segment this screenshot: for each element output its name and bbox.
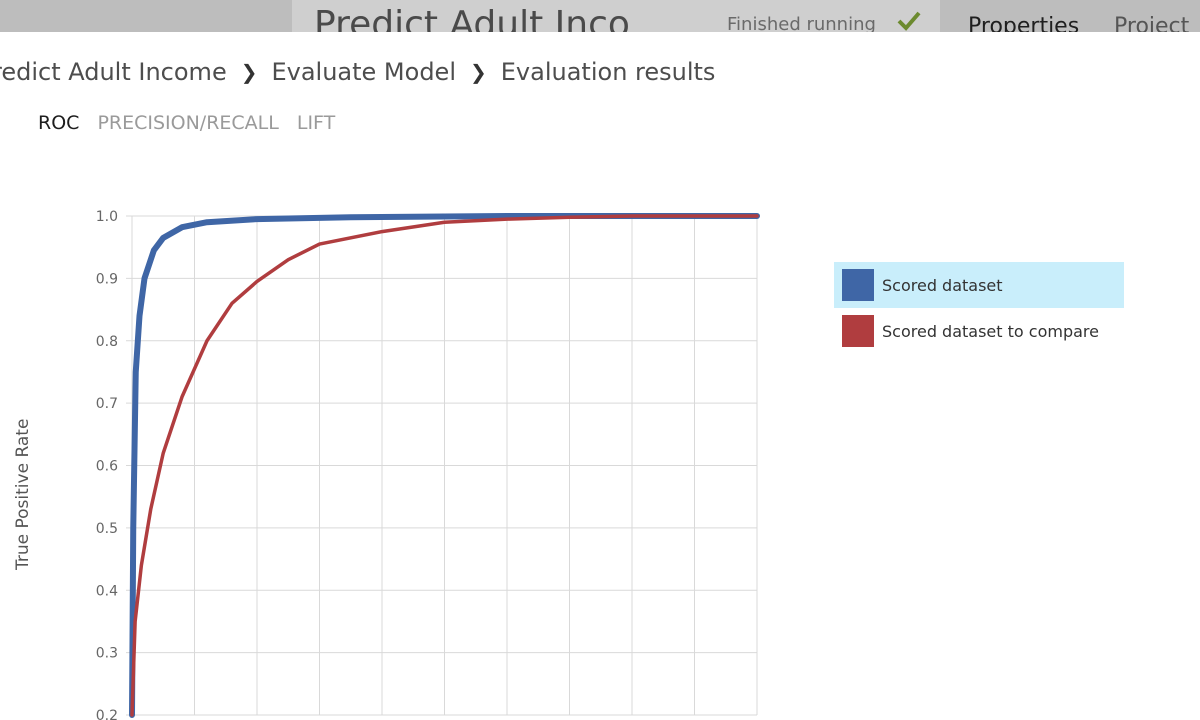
y-tick-label: 1.0 — [96, 209, 118, 225]
breadcrumb: redict Adult Income ❯ Evaluate Model ❯ E… — [0, 54, 715, 90]
breadcrumb-module[interactable]: Evaluate Model — [271, 58, 456, 86]
y-tick-label: 0.4 — [96, 583, 118, 599]
tab-precision-recall[interactable]: PRECISION/RECALL — [97, 112, 278, 134]
tab-lift[interactable]: LIFT — [297, 112, 335, 134]
legend-item-scored-dataset-to-compare[interactable]: Scored dataset to compare — [834, 308, 1124, 354]
y-tick-label: 0.6 — [96, 459, 118, 475]
background-run-status: Finished running — [727, 14, 876, 32]
legend-label: Scored dataset to compare — [882, 321, 1099, 341]
tab-project[interactable]: Project — [1114, 12, 1189, 32]
y-axis-label: True Positive Rate — [13, 418, 33, 570]
roc-chart: 0.2 0.3 0.4 0.5 0.6 0.7 0.8 0.9 1.0 — [96, 209, 760, 720]
legend-label: Scored dataset — [882, 275, 1003, 295]
legend-item-scored-dataset[interactable]: Scored dataset — [834, 262, 1124, 308]
chevron-right-icon: ❯ — [240, 60, 258, 84]
breadcrumb-experiment[interactable]: redict Adult Income — [0, 58, 227, 86]
y-tick-label: 0.2 — [96, 708, 118, 720]
tab-roc[interactable]: ROC — [38, 112, 79, 134]
chart-legend: Scored dataset Scored dataset to compare — [834, 262, 1124, 354]
tab-properties[interactable]: Properties — [968, 12, 1079, 32]
background-experiment-title: Predict Adult Inco — [314, 4, 630, 32]
legend-swatch — [842, 315, 874, 347]
breadcrumb-current: Evaluation results — [500, 58, 716, 86]
checkmark-icon — [897, 11, 921, 31]
y-tick-label: 0.7 — [96, 396, 118, 412]
chevron-right-icon: ❯ — [470, 60, 487, 84]
y-tick-label: 0.3 — [96, 646, 118, 662]
chart-type-tabs: ROC PRECISION/RECALL LIFT — [38, 112, 353, 134]
background-app-header: Predict Adult Inco Finished running Prop… — [0, 0, 1200, 32]
y-tick-label: 0.5 — [96, 521, 118, 537]
y-tick-label: 0.9 — [96, 271, 118, 287]
y-tick-label: 0.8 — [96, 334, 118, 350]
legend-swatch — [842, 269, 874, 301]
